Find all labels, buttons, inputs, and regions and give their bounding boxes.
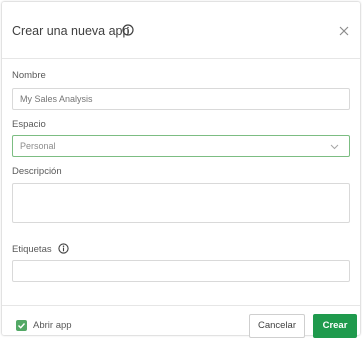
tags-input[interactable] <box>12 260 350 282</box>
tags-label: Etiquetas <box>12 244 52 255</box>
create-app-dialog: Crear una nueva app Nombre Espacio Perso… <box>2 2 360 338</box>
check-icon <box>18 323 26 329</box>
dialog-header: Crear una nueva app <box>2 2 360 59</box>
space-selected-value: Personal <box>20 141 56 151</box>
space-select[interactable]: Personal <box>12 135 350 157</box>
open-app-checkbox[interactable] <box>16 320 27 331</box>
chevron-down-icon <box>330 144 339 150</box>
dialog-footer: Abrir app Cancelar Crear <box>2 305 360 338</box>
space-label: Espacio <box>12 119 46 130</box>
description-label: Descripción <box>12 166 62 177</box>
dialog-title: Crear una nueva app <box>12 24 130 38</box>
close-icon[interactable] <box>337 24 351 38</box>
name-input[interactable] <box>12 88 350 110</box>
info-icon[interactable] <box>58 243 69 254</box>
open-app-label: Abrir app <box>33 320 72 331</box>
tags-label-row: Etiquetas <box>12 243 69 255</box>
description-textarea[interactable] <box>12 183 350 223</box>
cancel-button[interactable]: Cancelar <box>249 314 305 338</box>
name-label: Nombre <box>12 70 46 81</box>
info-icon[interactable] <box>122 24 134 36</box>
create-button[interactable]: Crear <box>313 314 357 338</box>
